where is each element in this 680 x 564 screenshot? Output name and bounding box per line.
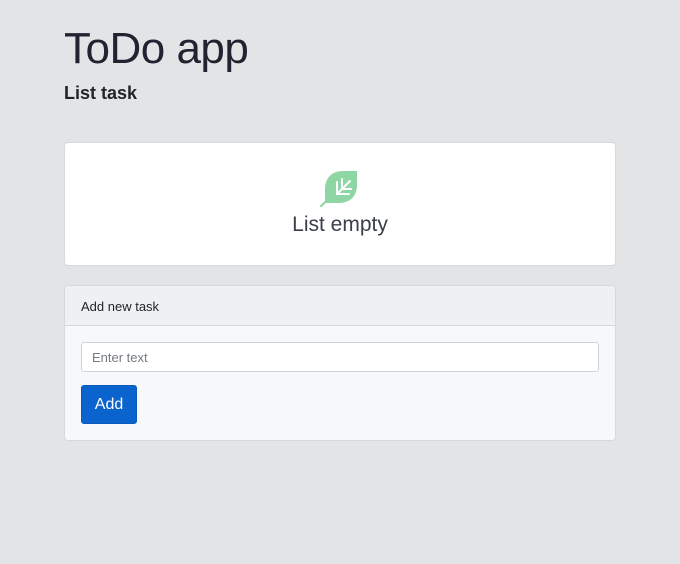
app-title: ToDo app	[64, 24, 249, 73]
task-list-card: List empty	[64, 142, 616, 266]
add-button[interactable]: Add	[81, 385, 137, 424]
empty-list-message: List empty	[292, 213, 388, 236]
task-text-input[interactable]	[81, 342, 599, 372]
add-task-card: Add new task Add	[64, 285, 616, 441]
page-subtitle: List task	[64, 83, 138, 103]
leaf-icon	[319, 171, 357, 208]
add-task-header: Add new task	[65, 286, 615, 326]
